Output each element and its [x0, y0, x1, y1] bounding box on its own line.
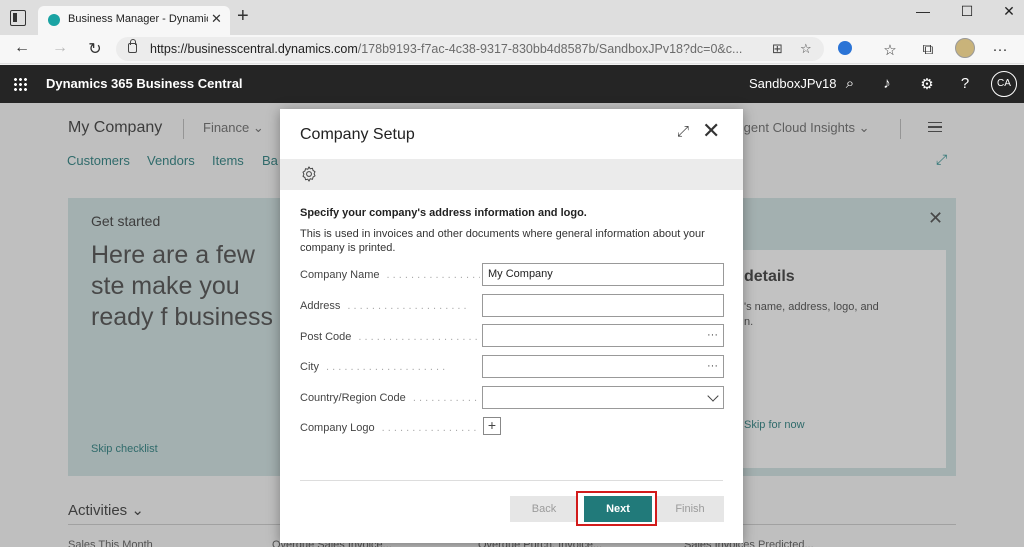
app-header: Dynamics 365 Business Central SandboxJPv… [0, 65, 1024, 103]
divider [300, 480, 723, 481]
close-dialog-icon[interactable]: ✕ [702, 119, 720, 143]
city-label: City [300, 361, 480, 373]
company-name-label: Company Name [300, 269, 480, 281]
tab-close-icon[interactable]: ✕ [211, 11, 222, 27]
help-icon[interactable]: ? [955, 75, 975, 92]
browser-tab[interactable]: Business Manager - Dynamics 365 ✕ [38, 6, 230, 35]
url-field[interactable]: https://businesscentral.dynamics.com/178… [116, 37, 824, 61]
dynamics-favicon-icon [48, 14, 60, 26]
window-close-icon[interactable]: ✕ [994, 3, 1024, 20]
maximize-icon[interactable]: ☐ [952, 3, 982, 20]
lookup-icon[interactable]: ··· [707, 356, 718, 377]
back-button[interactable]: Back [510, 496, 578, 522]
address-field[interactable] [482, 294, 724, 317]
lookup-icon[interactable]: ··· [707, 325, 718, 346]
finish-button[interactable]: Finish [656, 496, 724, 522]
more-options-icon[interactable]: ··· [990, 41, 1010, 58]
app-title[interactable]: Dynamics 365 Business Central [46, 76, 243, 91]
notifications-bell-icon[interactable]: ♪ [877, 75, 897, 92]
tab-title: Business Manager - Dynamics 365 [68, 13, 208, 25]
company-logo-label: Company Logo [300, 422, 480, 434]
collections-icon[interactable]: ⧉ [918, 41, 938, 58]
search-icon[interactable]: ⌕ [840, 75, 860, 92]
environment-name[interactable]: SandboxJPv18 [749, 76, 836, 91]
gear-icon[interactable] [300, 165, 318, 183]
refresh-icon[interactable]: ↻ [85, 39, 105, 59]
country-region-code-select[interactable] [482, 386, 724, 409]
instruction-text: This is used in invoices and other docum… [300, 228, 705, 254]
company-setup-dialog: Company Setup ⤢ ✕ Specify your company's… [280, 109, 743, 543]
address-bar: ← → ↻ https://businesscentral.dynamics.c… [0, 35, 1024, 64]
lock-icon[interactable] [128, 39, 137, 53]
post-code-label: Post Code [300, 331, 480, 343]
next-button-highlight [576, 491, 657, 526]
add-logo-button[interactable]: + [483, 417, 501, 435]
dialog-title: Company Setup [300, 126, 415, 143]
app-launcher-icon[interactable] [13, 77, 27, 91]
extension-icon[interactable] [838, 41, 852, 55]
profile-avatar[interactable] [955, 38, 975, 58]
forward-arrow-icon[interactable]: → [50, 39, 70, 57]
dialog-action-bar [280, 159, 743, 190]
post-code-field[interactable]: ··· [482, 324, 724, 347]
settings-gear-icon[interactable]: ⚙ [917, 75, 937, 93]
user-avatar[interactable]: CA [991, 71, 1017, 97]
country-region-code-label: Country/Region Code [300, 392, 480, 404]
instruction-title: Specify your company's address informati… [300, 207, 587, 219]
back-arrow-icon[interactable]: ← [12, 39, 32, 57]
city-field[interactable]: ··· [482, 355, 724, 378]
favorite-star-icon[interactable]: ☆ [800, 41, 812, 57]
chevron-down-icon[interactable] [707, 390, 719, 402]
app-available-icon[interactable]: ⊞ [772, 41, 783, 57]
browser-tab-strip: Business Manager - Dynamics 365 ✕ + — ☐ … [0, 0, 1024, 35]
company-name-field[interactable]: My Company [482, 263, 724, 286]
url-text[interactable]: https://businesscentral.dynamics.com/178… [150, 42, 770, 56]
expand-dialog-icon[interactable]: ⤢ [677, 123, 689, 140]
tab-actions-icon[interactable] [10, 10, 26, 26]
favorites-icon[interactable]: ☆ [880, 41, 900, 59]
minimize-icon[interactable]: — [908, 3, 938, 19]
address-label: Address [300, 300, 480, 312]
new-tab-button[interactable]: + [237, 6, 249, 26]
